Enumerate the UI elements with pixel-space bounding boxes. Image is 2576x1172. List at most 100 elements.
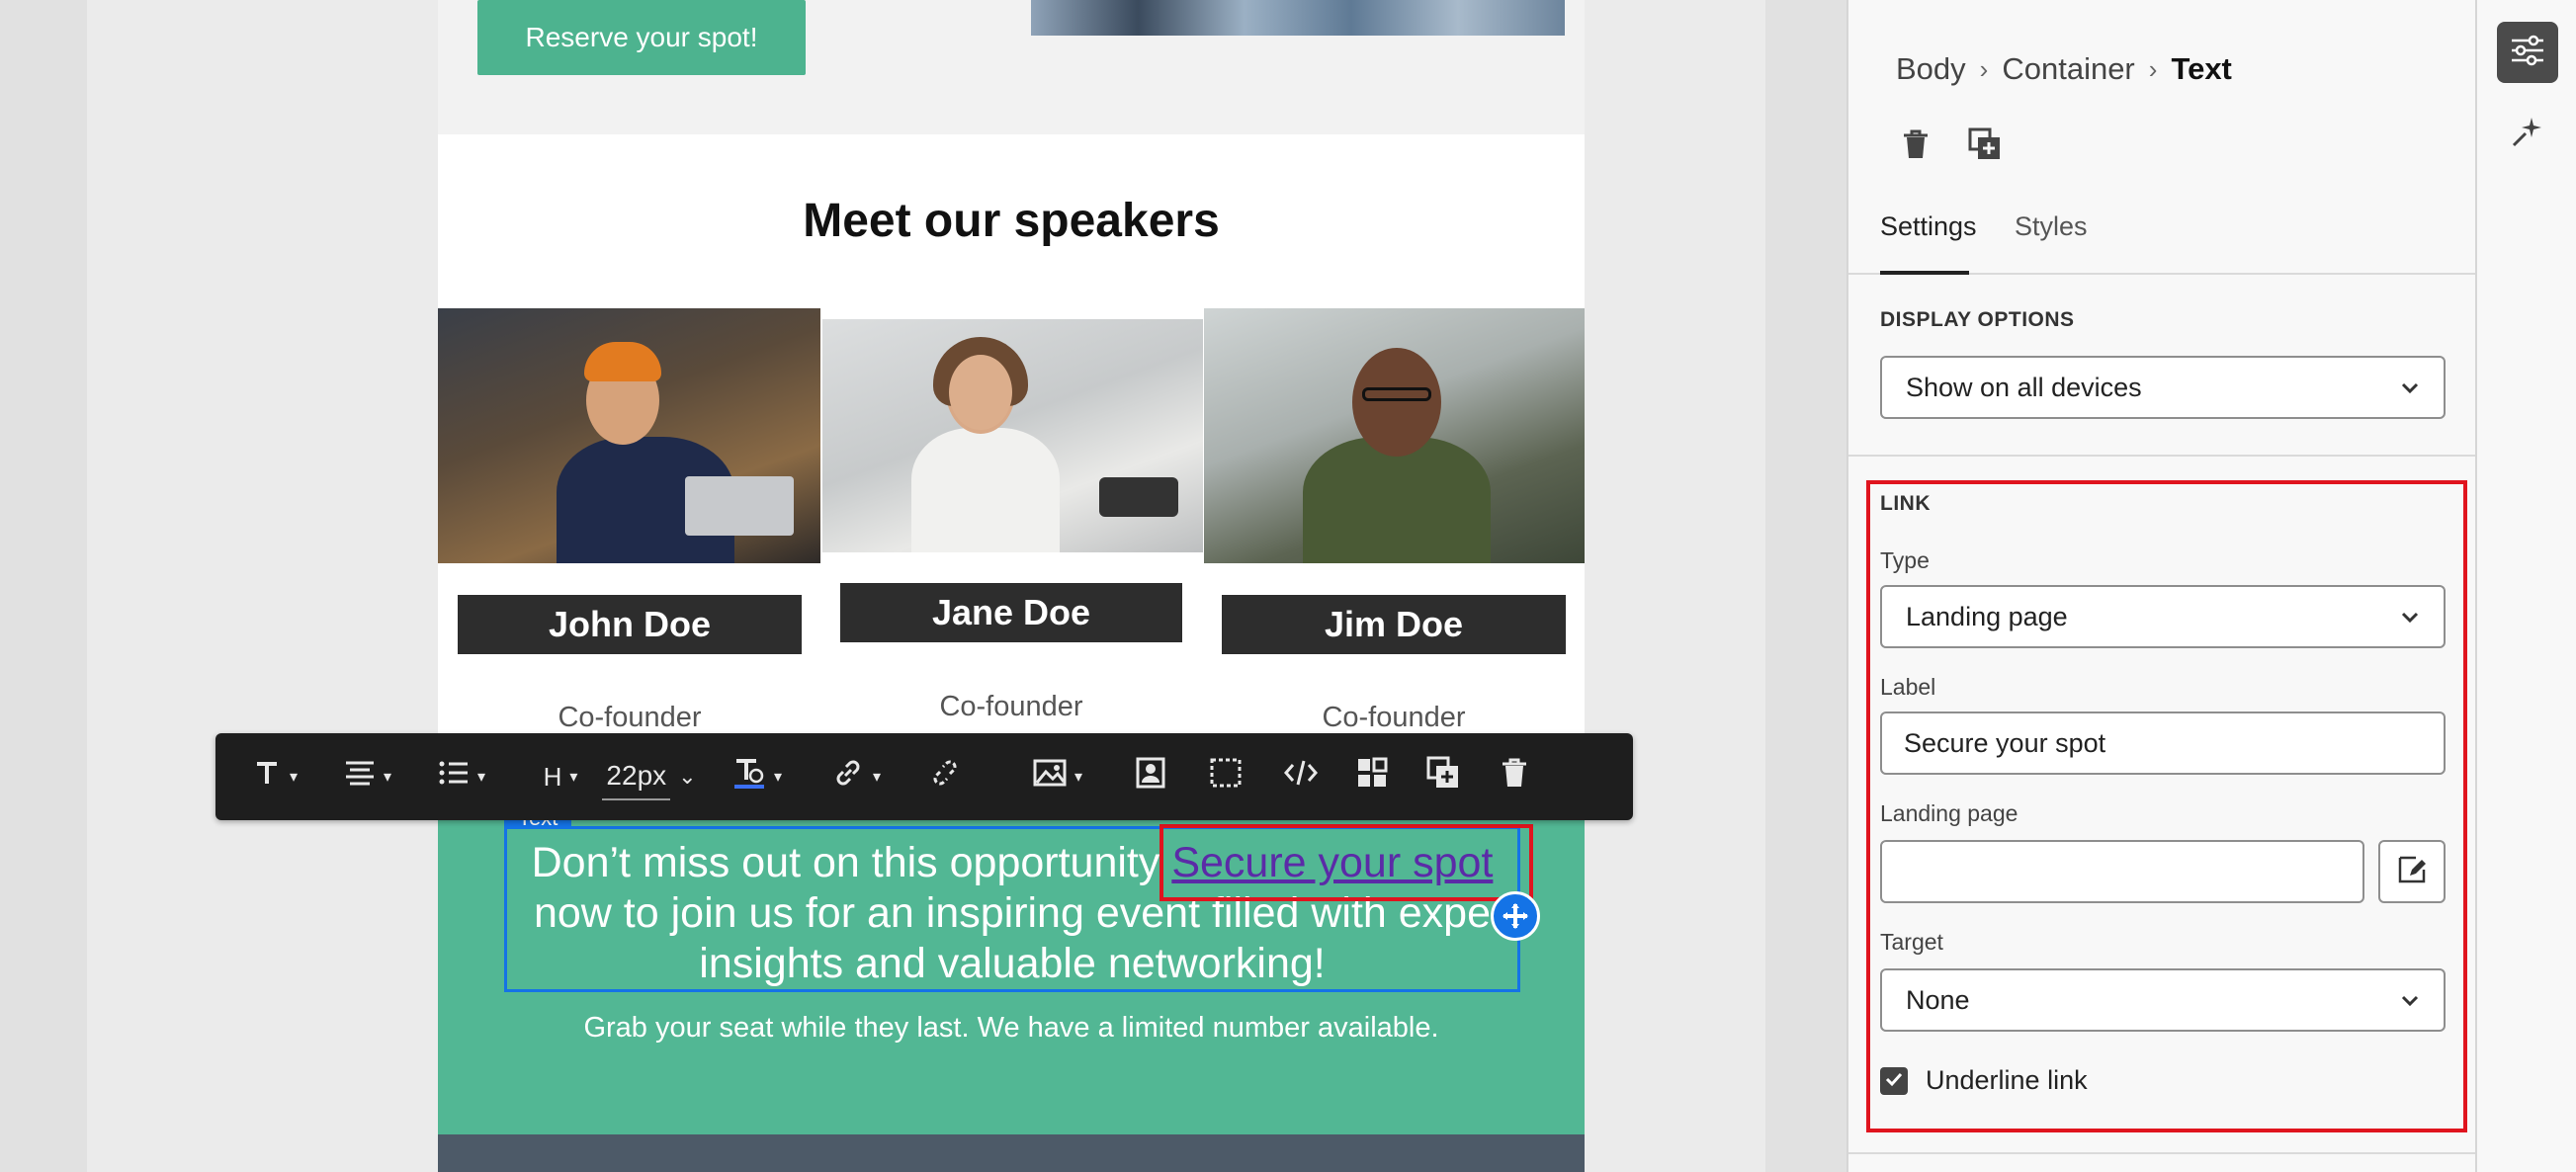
link-icon — [831, 756, 865, 797]
select-container-icon — [1210, 758, 1242, 795]
landing-page-browse-button[interactable] — [2378, 840, 2446, 903]
list-icon — [438, 759, 470, 795]
underline-link-label[interactable]: Underline link — [1926, 1065, 2088, 1096]
active-tab-indicator — [1880, 271, 1969, 275]
type-label: Type — [1880, 547, 1930, 573]
trash-icon — [1902, 128, 1930, 165]
target-value: None — [1906, 984, 1970, 1015]
footer-section[interactable] — [438, 1134, 1585, 1172]
delete-block-button[interactable] — [1485, 733, 1544, 820]
display-options-label: DISPLAY OPTIONS — [1880, 308, 2075, 331]
speakers-title[interactable]: Meet our speakers — [438, 194, 1585, 248]
speaker-photo-2[interactable] — [822, 319, 1203, 552]
image-button[interactable]: ▾ — [1018, 733, 1097, 820]
cta-subtext[interactable]: Grab your seat while they last. We have … — [438, 1012, 1585, 1045]
cta-line-3: insights and valuable networking! — [699, 940, 1326, 987]
text-style-icon — [252, 758, 282, 795]
align-button[interactable]: ▾ — [318, 733, 417, 820]
chevron-down-icon — [2398, 988, 2422, 1019]
chevron-right-icon: › — [1979, 53, 1989, 84]
duplicate-component-button[interactable] — [1965, 126, 2005, 166]
link-type-select[interactable]: Landing page — [1880, 585, 2446, 648]
target-select[interactable]: None — [1880, 968, 2446, 1032]
personalize-button[interactable] — [1121, 733, 1180, 820]
image-icon — [1033, 758, 1067, 795]
list-button[interactable]: ▾ — [417, 733, 506, 820]
select-container-button[interactable] — [1196, 733, 1255, 820]
speaker-role-1[interactable]: Co-founder — [458, 702, 802, 734]
side-rail — [2475, 0, 2576, 1172]
hero-image[interactable] — [1031, 0, 1565, 36]
sparkle-icon — [2510, 114, 2545, 154]
editor-canvas: Reserve your spot! Meet our speakers Joh… — [0, 0, 1846, 1172]
properties-rail-button[interactable] — [2497, 22, 2558, 83]
panel-actions — [1896, 126, 2034, 166]
font-size-value: 22px — [602, 753, 671, 800]
breadcrumb: Body › Container › Text — [1896, 51, 2232, 87]
link-button[interactable]: ▾ — [816, 733, 896, 820]
canvas-area: Reserve your spot! Meet our speakers Joh… — [87, 0, 1765, 1172]
speaker-photo-3[interactable] — [1204, 308, 1585, 563]
speaker-role-3[interactable]: Co-founder — [1222, 702, 1566, 734]
chevron-down-icon — [2398, 605, 2422, 635]
delete-component-button[interactable] — [1896, 126, 1935, 166]
text-color-button[interactable]: ▾ — [718, 733, 797, 820]
components-icon — [1356, 757, 1388, 796]
unlink-icon — [928, 756, 962, 797]
link-type-value: Landing page — [1906, 601, 2068, 631]
landing-page-input[interactable] — [1880, 840, 2364, 903]
code-icon — [1283, 758, 1319, 795]
move-handle-icon[interactable] — [1491, 891, 1540, 941]
chevron-right-icon: › — [2148, 53, 2158, 84]
breadcrumb-container[interactable]: Container — [2002, 51, 2134, 87]
unlink-button[interactable] — [915, 733, 975, 820]
link-section-label: LINK — [1880, 492, 1931, 515]
speaker-name-1[interactable]: John Doe — [458, 595, 802, 654]
font-size-select[interactable]: 22px ⌄ — [595, 733, 704, 820]
properties-panel: Body › Container › Text Settings Styles … — [1846, 0, 2477, 1172]
chevron-down-icon — [2398, 376, 2422, 406]
link-highlight-box — [1159, 824, 1533, 901]
email-preview: Reserve your spot! Meet our speakers Joh… — [438, 0, 1585, 1172]
hero-section[interactable]: Reserve your spot! — [438, 0, 1585, 134]
heading-button[interactable]: H ▾ — [526, 733, 595, 820]
text-toolbar: ▾ ▾ ▾ H ▾ 22px ⌄ ▾ ▾ ▾ — [215, 733, 1633, 820]
heading-icon: H — [543, 761, 562, 792]
landing-page-label: Landing page — [1880, 800, 2018, 826]
text-color-icon — [732, 756, 766, 797]
link-section: LINK Type Landing page Label Secure your… — [1848, 457, 2477, 1152]
edit-icon — [2396, 854, 2428, 890]
delete-icon — [1500, 757, 1529, 796]
display-options-select[interactable]: Show on all devices — [1880, 356, 2446, 419]
components-button[interactable] — [1342, 733, 1402, 820]
duplicate-icon — [1426, 756, 1460, 797]
text-style-button[interactable]: ▾ — [245, 733, 304, 820]
align-icon — [344, 759, 376, 795]
panel-tabs: Settings Styles — [1848, 198, 2477, 275]
tab-settings[interactable]: Settings — [1880, 211, 1977, 242]
speaker-photo-1[interactable] — [438, 308, 820, 563]
target-label: Target — [1880, 929, 1943, 955]
checkmark-icon — [1884, 1069, 1904, 1094]
label-label: Label — [1880, 674, 1936, 700]
duplicate-icon — [1968, 127, 2002, 166]
duplicate-button[interactable] — [1414, 733, 1473, 820]
display-options-value: Show on all devices — [1906, 372, 2142, 402]
cta-line-1: Don’t miss out on this opportunity — [531, 839, 1172, 886]
personalize-icon — [1136, 757, 1165, 796]
section-divider — [1848, 1152, 2477, 1154]
speaker-name-3[interactable]: Jim Doe — [1222, 595, 1566, 654]
speaker-name-2[interactable]: Jane Doe — [840, 583, 1182, 642]
sliders-icon — [2510, 35, 2545, 71]
reserve-button[interactable]: Reserve your spot! — [477, 0, 806, 75]
code-button[interactable] — [1271, 733, 1331, 820]
link-label-value: Secure your spot — [1904, 727, 2106, 758]
tab-styles[interactable]: Styles — [2015, 211, 2088, 242]
ai-assistant-rail-button[interactable] — [2497, 103, 2558, 164]
breadcrumb-body[interactable]: Body — [1896, 51, 1966, 87]
display-options-section: DISPLAY OPTIONS Show on all devices — [1848, 277, 2477, 457]
breadcrumb-text: Text — [2171, 51, 2232, 86]
speaker-role-2[interactable]: Co-founder — [840, 691, 1182, 723]
link-label-input[interactable]: Secure your spot — [1880, 712, 2446, 775]
underline-link-checkbox[interactable] — [1880, 1067, 1908, 1095]
